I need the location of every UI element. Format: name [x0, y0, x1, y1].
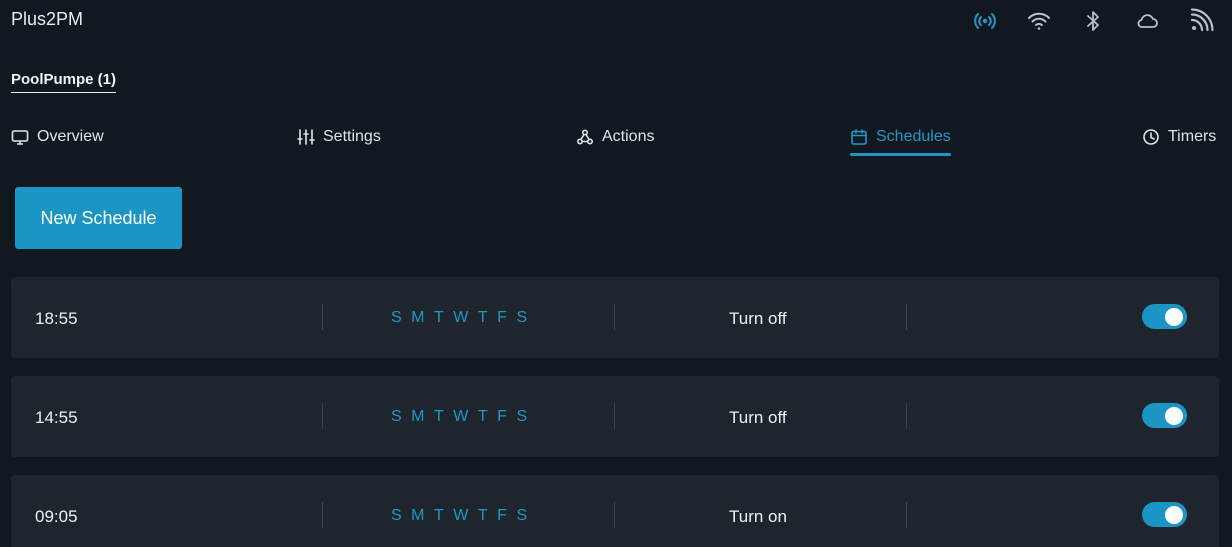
bluetooth-icon[interactable]: [1078, 8, 1108, 34]
day-sunday: S: [391, 408, 403, 425]
day-thursday: T: [477, 507, 489, 524]
column-divider: [906, 502, 907, 528]
column-divider: [614, 304, 615, 330]
day-wednesday: W: [453, 507, 469, 524]
day-saturday: S: [516, 408, 528, 425]
day-monday: M: [411, 309, 425, 326]
tab-overview[interactable]: Overview: [11, 128, 104, 146]
sliders-icon: [297, 129, 315, 145]
status-icons: [970, 8, 1216, 34]
channel-tab[interactable]: PoolPumpe (1): [11, 71, 117, 93]
column-divider: [322, 502, 323, 528]
tab-label: Overview: [37, 128, 104, 145]
new-schedule-button[interactable]: New Schedule: [15, 187, 182, 249]
radio-signal-icon[interactable]: [970, 8, 1000, 34]
day-friday: F: [497, 507, 508, 524]
column-divider: [906, 304, 907, 330]
schedule-row[interactable]: 14:55 S M T W T F S Turn off: [11, 376, 1219, 457]
day-saturday: S: [516, 309, 528, 326]
schedule-enabled-toggle[interactable]: [1142, 304, 1187, 329]
schedule-row[interactable]: 09:05 S M T W T F S Turn on: [11, 475, 1219, 547]
schedule-enabled-toggle[interactable]: [1142, 502, 1187, 527]
column-divider: [322, 403, 323, 429]
day-sunday: S: [391, 309, 403, 326]
top-bar: Plus2PM: [0, 0, 1232, 40]
day-saturday: S: [516, 507, 528, 524]
tab-label: Settings: [323, 128, 381, 145]
day-wednesday: W: [453, 408, 469, 425]
schedule-action: Turn on: [729, 507, 787, 526]
tab-settings[interactable]: Settings: [297, 128, 381, 146]
tab-actions[interactable]: Actions: [576, 128, 654, 146]
wifi-icon[interactable]: [1024, 8, 1054, 34]
schedule-time: 14:55: [35, 408, 78, 427]
column-divider: [322, 304, 323, 330]
day-wednesday: W: [453, 309, 469, 326]
toggle-knob: [1165, 505, 1183, 524]
day-thursday: T: [477, 408, 489, 425]
day-monday: M: [411, 408, 425, 425]
schedule-action: Turn off: [729, 309, 787, 328]
schedule-days: S M T W T F S: [391, 309, 528, 327]
tab-label: Timers: [1168, 128, 1217, 145]
schedule-enabled-toggle[interactable]: [1142, 403, 1187, 428]
schedule-time: 18:55: [35, 309, 78, 328]
schedule-row[interactable]: 18:55 S M T W T F S Turn off: [11, 277, 1219, 358]
app: Plus2PM PoolPumpe (1) Overview Settings …: [0, 0, 1232, 547]
toggle-knob: [1165, 307, 1183, 326]
day-sunday: S: [391, 507, 403, 524]
schedule-time: 09:05: [35, 507, 78, 526]
day-tuesday: T: [434, 309, 445, 326]
day-monday: M: [411, 507, 425, 524]
schedule-days: S M T W T F S: [391, 408, 528, 426]
clock-icon: [1143, 129, 1159, 145]
day-friday: F: [497, 408, 508, 425]
tab-schedules[interactable]: Schedules: [850, 128, 951, 156]
tab-label: Schedules: [876, 128, 951, 145]
section-nav: Overview Settings Actions Schedules Time…: [0, 124, 1232, 160]
webhook-icon: [576, 129, 594, 145]
tab-label: Actions: [602, 128, 655, 145]
schedule-days: S M T W T F S: [391, 507, 528, 525]
column-divider: [614, 403, 615, 429]
monitor-icon: [11, 130, 29, 145]
column-divider: [906, 403, 907, 429]
schedule-action: Turn off: [729, 408, 787, 427]
calendar-icon: [851, 129, 867, 145]
day-friday: F: [497, 309, 508, 326]
toggle-knob: [1165, 406, 1183, 425]
day-tuesday: T: [434, 507, 445, 524]
rss-icon[interactable]: [1186, 8, 1216, 34]
column-divider: [614, 502, 615, 528]
device-title: Plus2PM: [11, 9, 84, 29]
cloud-icon[interactable]: [1132, 8, 1162, 34]
day-tuesday: T: [434, 408, 445, 425]
tab-timers[interactable]: Timers: [1142, 128, 1216, 146]
day-thursday: T: [477, 309, 489, 326]
